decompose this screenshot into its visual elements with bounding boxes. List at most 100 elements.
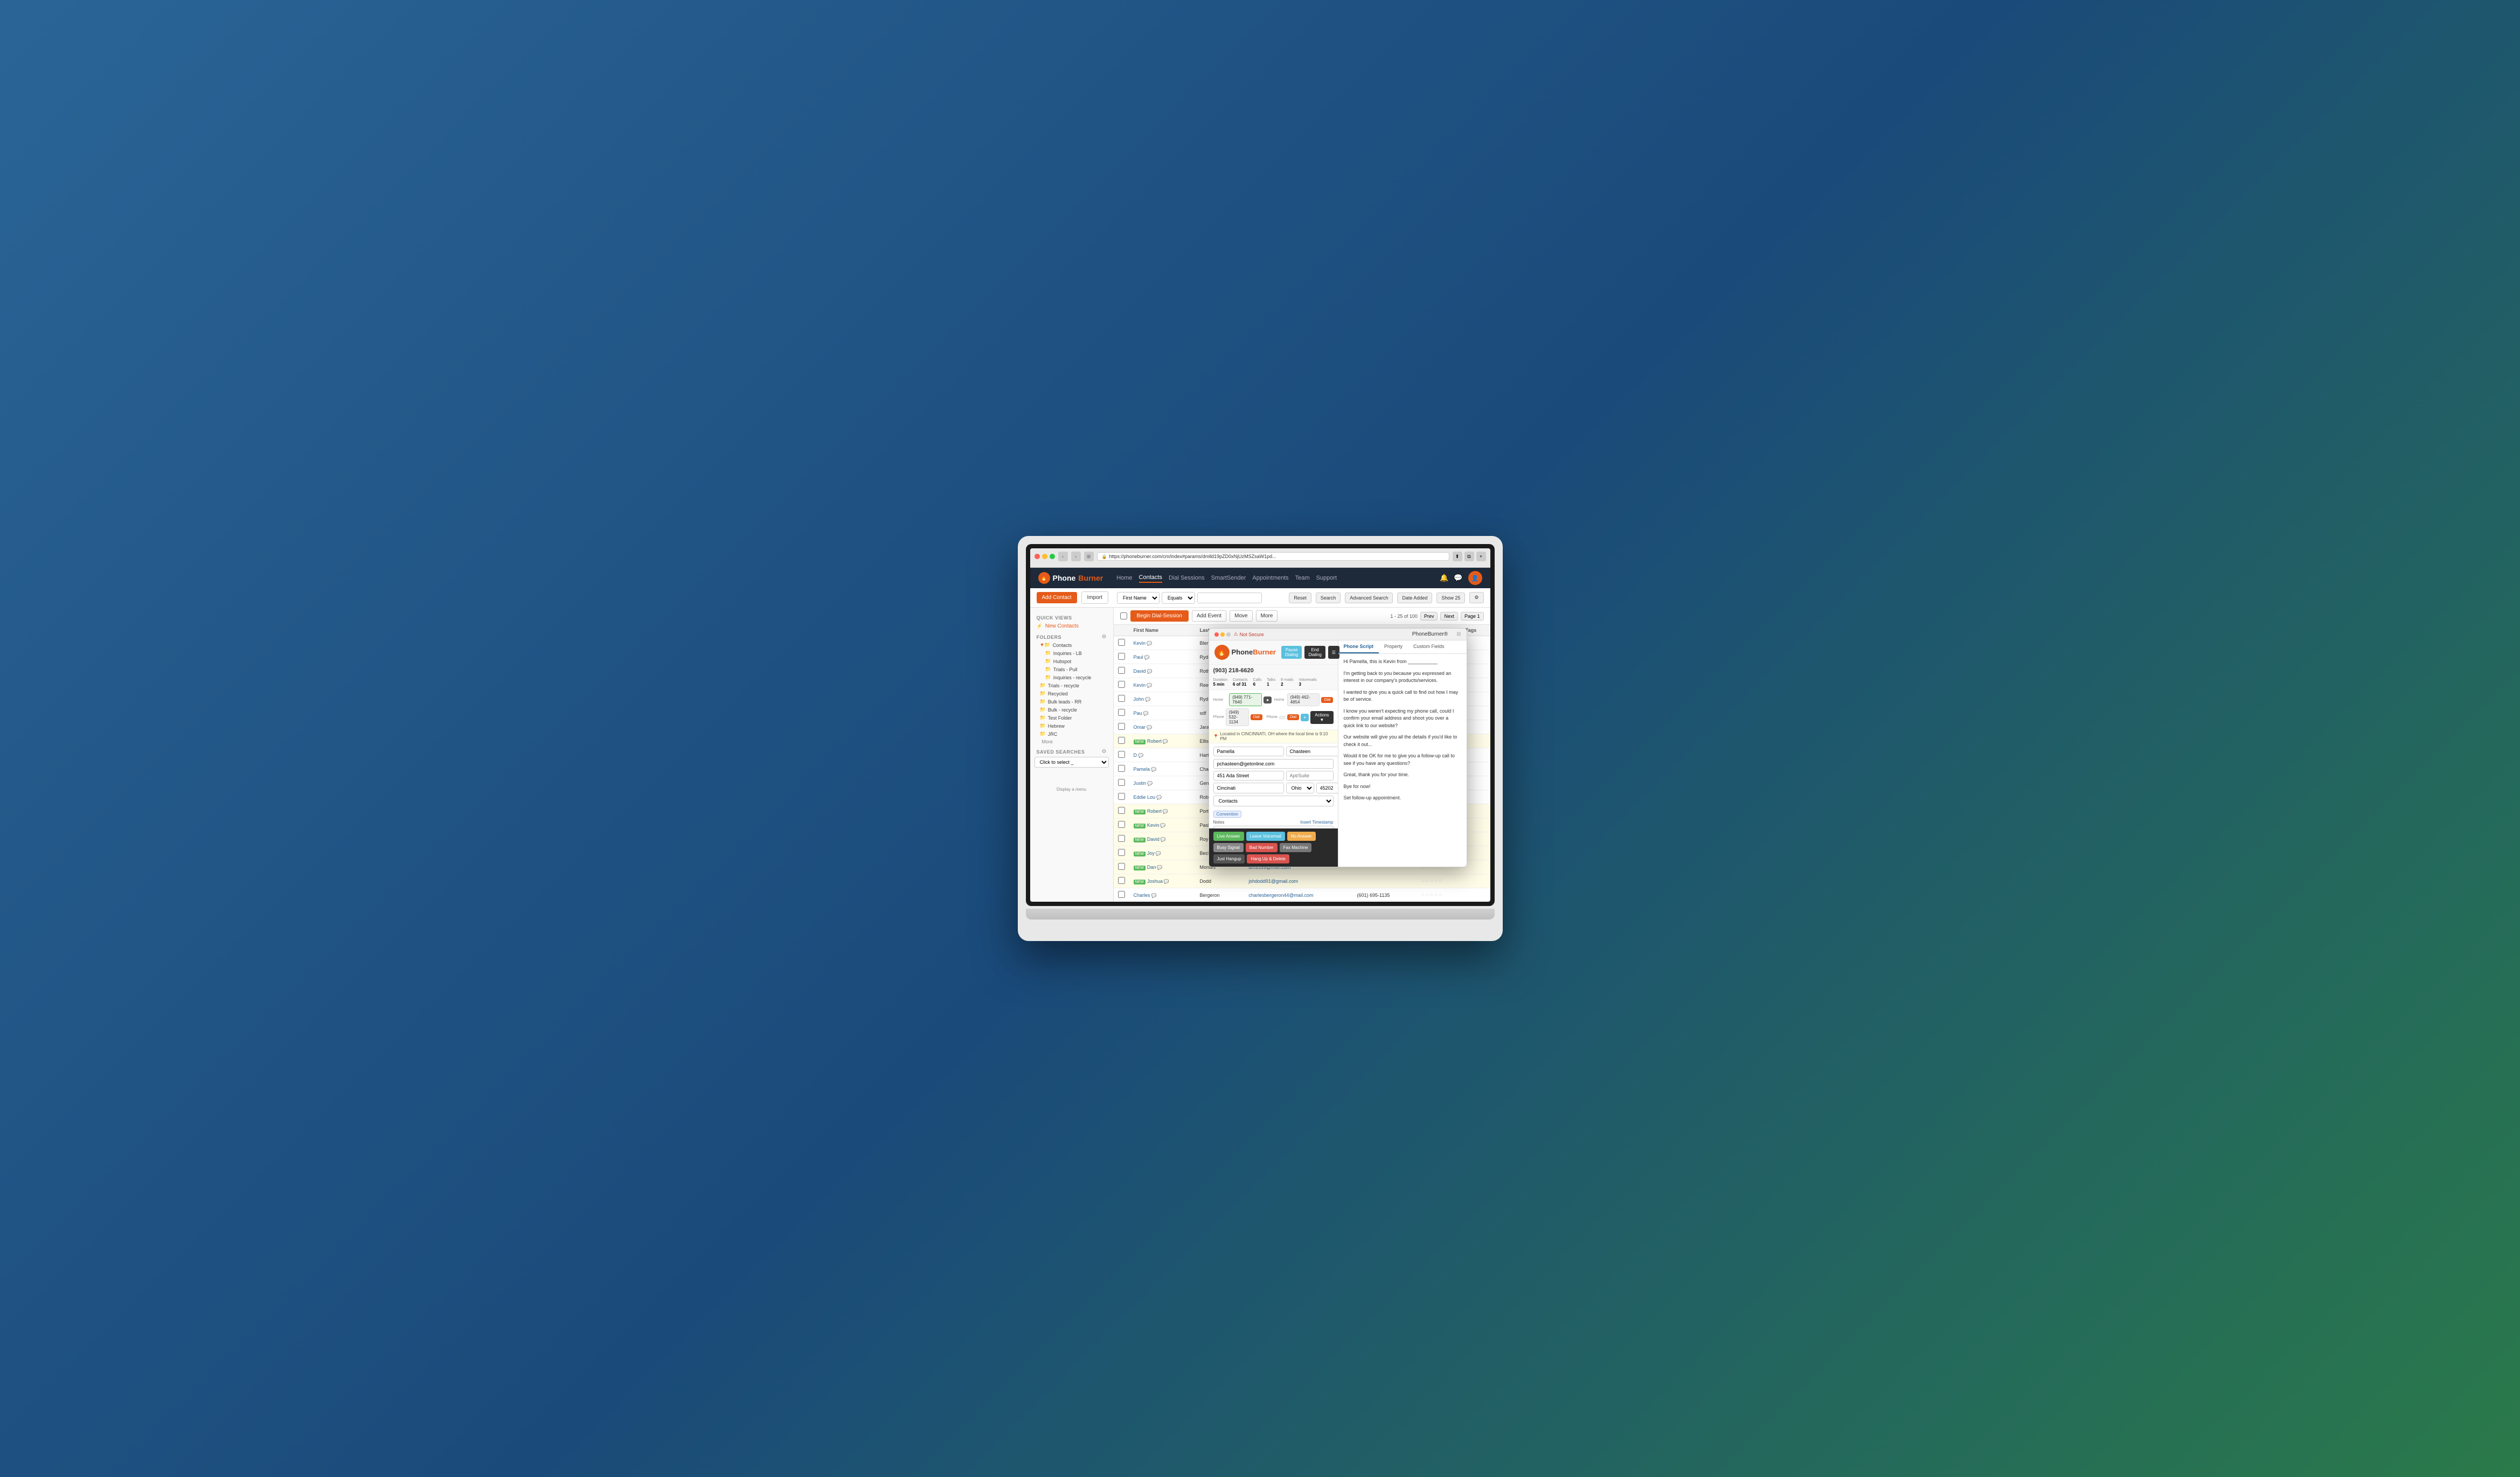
folders-more-button[interactable]: More [1030,738,1113,746]
contact-first-name[interactable]: Joshua [1147,879,1163,884]
row-checkbox[interactable] [1118,695,1125,702]
notifications-icon[interactable]: 🔔 [1440,574,1448,582]
contact-first-name[interactable]: Kevin [1134,640,1146,646]
row-checkbox[interactable] [1118,877,1125,884]
row-checkbox[interactable] [1118,779,1125,786]
contact-first-name[interactable]: Paul [1134,654,1143,660]
folder-recycled[interactable]: 📁 Recycled [1030,689,1113,698]
user-avatar[interactable]: 👤 [1468,571,1482,585]
minimize-button[interactable] [1042,554,1047,559]
dial-close-button[interactable] [1214,632,1219,637]
move-button[interactable]: Move [1230,610,1252,622]
next-button[interactable]: Next [1440,612,1458,621]
add-event-button[interactable]: Add Event [1192,610,1226,622]
contact-first-name[interactable]: David [1134,668,1146,674]
fax-machine-button[interactable]: Fax Machine [1280,843,1312,852]
row-checkbox[interactable] [1118,807,1125,814]
dial-maximize-button[interactable] [1226,632,1231,637]
contact-first-name[interactable]: Kevin [1134,682,1146,688]
bad-number-button[interactable]: Bad Number [1246,843,1278,852]
city-input[interactable] [1213,783,1284,793]
row-checkbox[interactable] [1118,639,1125,646]
advanced-search-button[interactable]: Advanced Search [1345,593,1393,603]
row-checkbox[interactable] [1118,891,1125,898]
settings-button[interactable]: ⚙ [1469,592,1483,603]
folder-select[interactable]: Contacts [1213,796,1334,806]
close-button[interactable] [1035,554,1040,559]
folder-inquiries-lb[interactable]: 📁 Inquiries - LB [1030,649,1113,657]
first-name-select[interactable]: First Name [1117,592,1160,604]
contact-first-name[interactable]: Robert [1147,809,1162,814]
contact-first-name[interactable]: Kevin [1147,823,1160,828]
maximize-button[interactable] [1050,554,1055,559]
dial-button-3[interactable]: Dial [1251,714,1262,720]
contact-first-name[interactable]: Charles [1134,893,1150,898]
contact-first-name[interactable]: Joy [1147,851,1155,856]
search-button[interactable]: Search [1316,593,1341,603]
contact-email[interactable]: charlesbergeron44@mail.com [1248,893,1313,898]
add-phone-button[interactable]: + [1301,714,1309,721]
tab-phone-script[interactable]: Phone Script [1338,640,1379,653]
page-selector[interactable]: Page 1 [1461,612,1484,621]
nav-team[interactable]: Team [1295,574,1310,582]
folder-jrc[interactable]: 📁 JRC [1030,730,1113,738]
just-hangup-button[interactable]: Just Hangup [1213,854,1245,863]
new-tab-button[interactable]: + [1476,552,1486,561]
folder-test[interactable]: 📁 Test Folder [1030,714,1113,722]
add-contact-button[interactable]: Add Contact [1037,592,1077,603]
last-name-input[interactable] [1286,747,1338,756]
reset-button[interactable]: Reset [1289,593,1311,603]
back-button[interactable]: ‹ [1058,552,1068,561]
contact-first-name[interactable]: John [1134,696,1144,702]
contact-first-name[interactable]: Justin [1134,781,1147,786]
contact-first-name[interactable]: Dan [1147,865,1156,870]
duplicate-button[interactable]: ⧉ [1464,552,1474,561]
contact-first-name[interactable]: Omar [1134,724,1146,730]
begin-dial-session-button[interactable]: Begin Dial-Session [1130,610,1189,622]
row-checkbox[interactable] [1118,793,1125,800]
nav-support[interactable]: Support [1316,574,1337,582]
dial-button-2[interactable]: Dial [1321,697,1333,703]
apt-suite-input[interactable] [1286,771,1334,781]
chat-icon[interactable]: 💬 [1454,574,1462,582]
row-checkbox[interactable] [1118,835,1125,842]
row-checkbox[interactable] [1118,751,1125,758]
folder-hebrew[interactable]: 📁 Hebrew [1030,722,1113,730]
star-rating[interactable]: ☆☆☆☆☆ [1421,878,1442,883]
row-checkbox[interactable] [1118,737,1125,744]
star-rating[interactable]: ☆☆☆☆☆ [1421,892,1442,897]
more-button[interactable]: More [1256,610,1278,622]
equals-select[interactable]: Equals [1162,592,1195,604]
address-input[interactable] [1213,771,1284,781]
nav-home[interactable]: Home [1116,574,1132,582]
date-added-button[interactable]: Date Added [1397,593,1432,603]
share-button[interactable]: ⬆ [1453,552,1462,561]
end-dialing-button[interactable]: End Dialing [1304,646,1325,659]
first-name-input[interactable] [1213,747,1284,756]
insert-timestamp-button[interactable]: Insert Timestamp [1300,820,1333,825]
contact-first-name[interactable]: Robert [1147,738,1162,744]
forward-button[interactable]: › [1071,552,1081,561]
row-checkbox[interactable] [1118,723,1125,730]
row-checkbox[interactable] [1118,667,1125,674]
row-checkbox[interactable] [1118,681,1125,688]
dial-button-1[interactable]: ● [1264,696,1272,703]
leave-voicemail-button[interactable]: Leave Voicemail [1246,832,1285,841]
saved-search-select[interactable]: Click to select _ [1035,757,1109,768]
saved-searches-gear-icon[interactable]: ⚙ [1102,749,1107,755]
dial-minimize-button[interactable] [1220,632,1225,637]
folders-gear-icon[interactable]: ⚙ [1102,634,1107,640]
row-checkbox[interactable] [1118,863,1125,870]
resize-icon[interactable]: ⊞ [1456,631,1461,637]
folder-trials-recycle[interactable]: 📁 Trials - recycle [1030,681,1113,689]
nav-dial-sessions[interactable]: Dial Sessions [1169,574,1205,582]
busy-signal-button[interactable]: Busy Signal [1213,843,1244,852]
row-checkbox[interactable] [1118,821,1125,828]
folder-hubspot[interactable]: 📁 Hubspot [1030,657,1113,665]
state-select[interactable]: Ohio [1286,783,1314,793]
actions-button[interactable]: Actions ▼ [1310,711,1333,724]
search-input[interactable] [1197,593,1262,603]
folder-trials-pull[interactable]: 📁 Trials - Pull [1030,665,1113,673]
nav-smart-sender[interactable]: SmartSender [1211,574,1246,582]
contact-first-name[interactable]: Pau [1134,710,1142,716]
